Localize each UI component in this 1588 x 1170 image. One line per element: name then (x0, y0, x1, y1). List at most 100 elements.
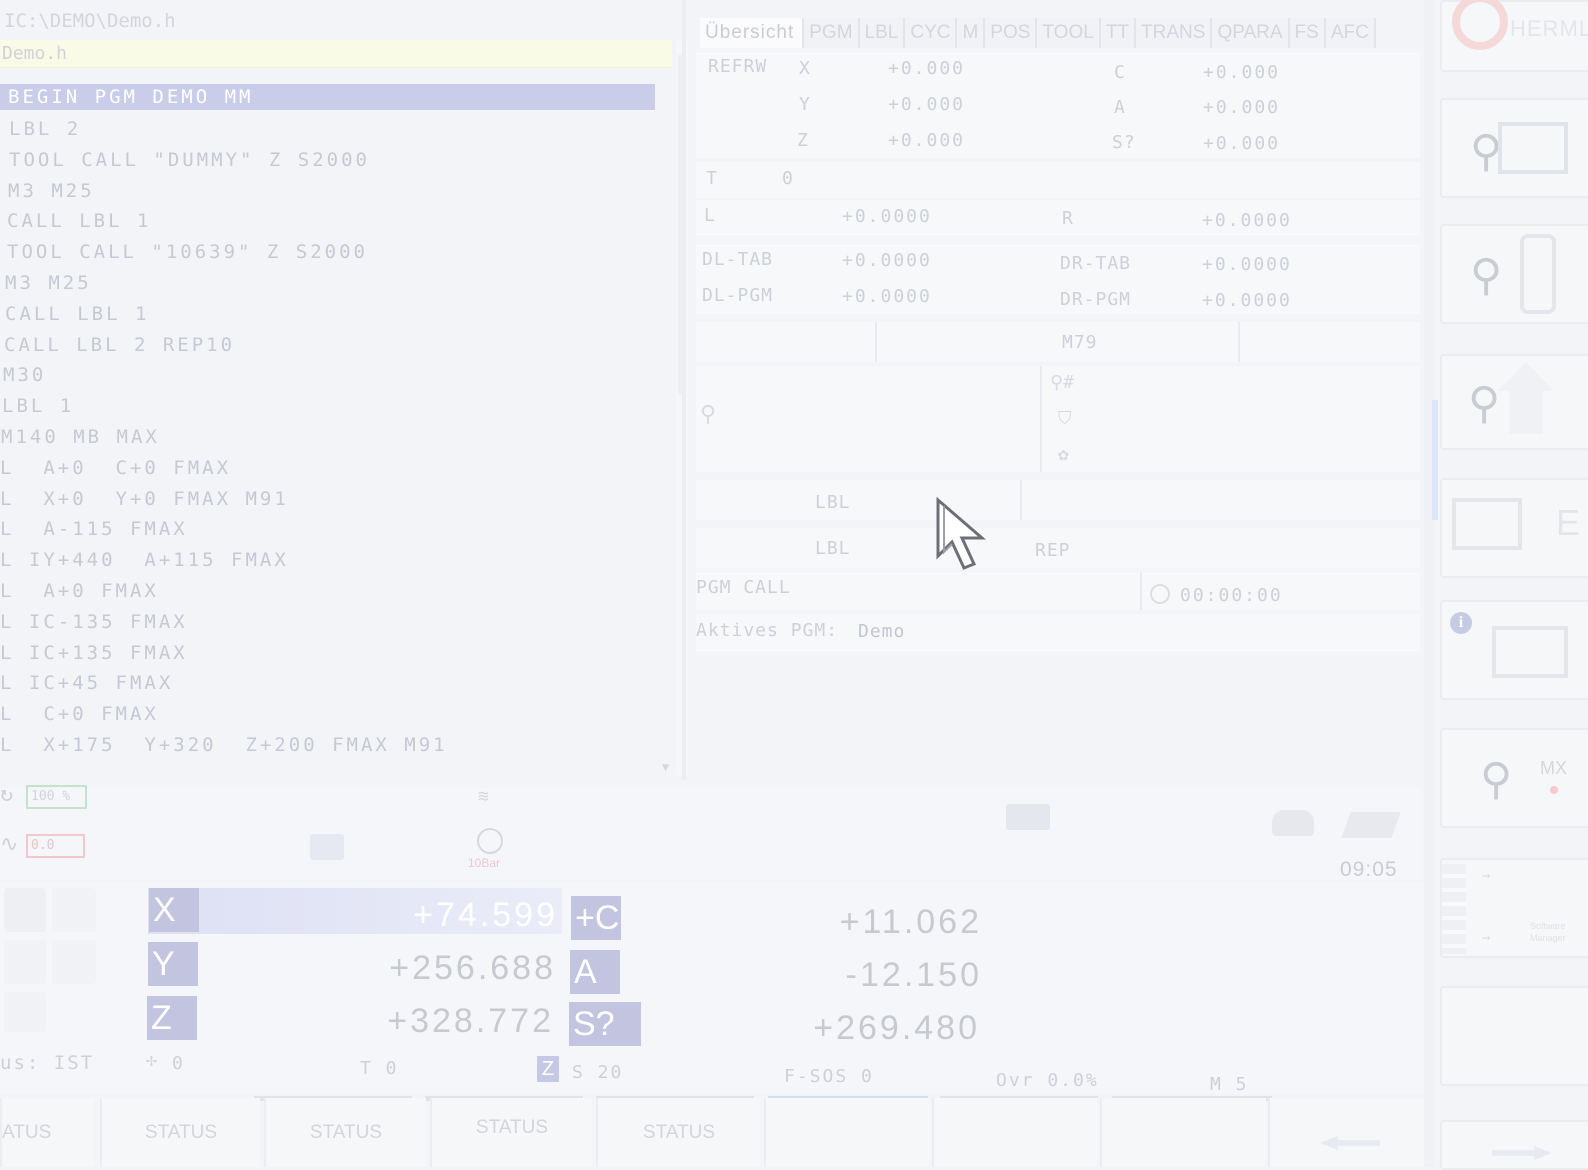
side-button[interactable] (4, 888, 46, 932)
sidebar-key-info[interactable]: i (1440, 600, 1588, 700)
home-arrow-icon (1498, 362, 1554, 434)
program-line[interactable]: CALL LBL 2 REP10 (0, 330, 665, 361)
tab-pos[interactable]: POS (985, 18, 1038, 48)
info-icon: i (1450, 612, 1472, 634)
softkey-empty[interactable] (764, 1098, 930, 1167)
sidebar-key-mx[interactable]: ⚲ MX (1440, 728, 1588, 828)
axis-tag-s: S? (569, 1002, 641, 1046)
softkey-status[interactable]: STATUS (430, 1098, 592, 1167)
program-line[interactable]: L A+0 FMAX (0, 576, 665, 607)
active-pgm-value: Demo (858, 621, 906, 642)
mouse-cursor-icon (936, 496, 987, 570)
side-button[interactable] (52, 888, 96, 932)
program-line[interactable]: L C+0 FMAX (0, 699, 665, 730)
program-line[interactable]: CALL LBL 1 (0, 299, 665, 330)
program-line[interactable]: L A+0 C+0 FMAX (0, 453, 665, 484)
program-line[interactable]: M140 MB MAX (0, 422, 665, 453)
sidebar-key-table[interactable]: E (1440, 478, 1588, 578)
ref-value: +0.000 (1203, 133, 1281, 154)
program-line[interactable]: L A-115 FMAX (0, 514, 665, 545)
brand-logo: HERMLE (1440, 0, 1588, 72)
program-line[interactable]: L IC-135 FMAX (0, 607, 665, 638)
program-line[interactable]: TOOL CALL "10639" Z S2000 (0, 237, 665, 268)
clock-icon (1150, 584, 1170, 604)
program-line[interactable]: BEGIN PGM DEMO MM (0, 84, 655, 110)
tab-fs[interactable]: FS (1289, 18, 1326, 48)
side-button[interactable] (4, 940, 46, 984)
softkey-status[interactable]: ATUS (0, 1098, 94, 1167)
back-arrow-icon (1320, 1136, 1380, 1150)
position-mode: us: IST (0, 1052, 95, 1074)
tab-overview[interactable]: Übersicht (700, 18, 805, 48)
status-tabbar: Übersicht PGM LBL CYC M POS TOOL TT TRAN… (700, 18, 1412, 48)
wrench-icon: ⚲ (700, 402, 717, 427)
program-line[interactable]: L IC+135 FMAX (0, 638, 665, 669)
ref-axis-label: A (1114, 97, 1126, 118)
table-letter-icon: E (1556, 502, 1581, 543)
side-button[interactable] (52, 940, 96, 984)
side-button[interactable] (4, 992, 46, 1032)
status-override: Ovr 0.0% (996, 1070, 1099, 1091)
dr-tab-value: +0.0000 (1202, 254, 1292, 275)
scroll-down-icon[interactable]: ▼ (662, 760, 669, 774)
tab-tt[interactable]: TT (1100, 18, 1137, 48)
tab-lbl[interactable]: LBL (859, 18, 906, 48)
tab-qpara[interactable]: QPARA (1212, 18, 1290, 48)
hermle-logo-icon (1452, 0, 1508, 50)
softkey-status[interactable]: STATUS (264, 1098, 426, 1167)
pgm-call-label: PGM CALL (696, 577, 791, 598)
machine-table-icon (1452, 498, 1522, 550)
arrow-right-icon: → (1482, 868, 1491, 884)
softkey-back[interactable] (1268, 1098, 1430, 1167)
sidebar-key-software-manager[interactable]: → → Software Manager (1440, 858, 1588, 958)
sidebar-key-home[interactable]: ⚲ (1440, 354, 1588, 450)
tab-trans[interactable]: TRANS (1136, 18, 1213, 48)
sidebar-divider (1424, 0, 1434, 1167)
machine-icon (1498, 122, 1568, 174)
axis-tag-y: Y (148, 942, 198, 986)
tab-m[interactable]: M (957, 18, 986, 48)
workpiece-icon (310, 834, 344, 860)
program-line[interactable]: M3 M25 (0, 268, 665, 299)
axis-value-c: +11.062 (839, 903, 982, 941)
sidebar-key-empty[interactable] (1440, 986, 1588, 1086)
sidebar-scroll-thumb[interactable] (1432, 400, 1438, 520)
delta-section (696, 244, 1420, 314)
ref-axis-label: Z (797, 130, 809, 151)
tab-tool[interactable]: TOOL (1037, 18, 1101, 48)
program-listing[interactable]: BEGIN PGM DEMO MM LBL 2 TOOL CALL "DUMMY… (0, 84, 665, 761)
program-line[interactable]: L X+175 Y+320 Z+200 FMAX M91 (0, 730, 665, 761)
status-dot-icon (1550, 786, 1558, 794)
softkey-empty[interactable] (932, 1098, 1098, 1167)
ref-value: +0.000 (888, 58, 966, 79)
program-line[interactable]: LBL 2 (0, 114, 665, 145)
program-line[interactable]: LBL 1 (0, 391, 665, 422)
tab-cyc[interactable]: CYC (905, 18, 958, 48)
tool-holder-icon: ⛉ (1058, 408, 1072, 429)
dl-tab-value: +0.0000 (842, 250, 932, 271)
tab-pgm[interactable]: PGM (804, 18, 860, 48)
softkey-status[interactable]: STATUS (596, 1098, 760, 1167)
radius-value: +0.0000 (1202, 210, 1292, 231)
softkey-empty[interactable] (1100, 1098, 1266, 1167)
softkey-status[interactable]: STATUS (100, 1098, 260, 1167)
tab-afc[interactable]: AFC (1325, 18, 1376, 48)
spindle-override-gauge: 0.0 (26, 834, 85, 858)
tool-label: T (706, 168, 718, 189)
program-line[interactable]: L IC+45 FMAX (0, 668, 665, 699)
clock-time: 09:05 (1340, 858, 1398, 881)
program-line[interactable]: CALL LBL 1 (0, 206, 665, 237)
status-feed: F-SOS 0 (784, 1066, 874, 1087)
sidebar-key-forward[interactable] (1440, 1120, 1588, 1170)
sidebar-key-machine[interactable]: person-machine-icon ⚲ (1440, 98, 1588, 198)
dr-tab-label: DR-TAB (1060, 253, 1132, 274)
program-line[interactable]: L X+0 Y+0 FMAX M91 (0, 484, 665, 515)
program-line[interactable]: L IY+440 A+115 FMAX (0, 545, 665, 576)
program-line[interactable]: M30 (0, 360, 665, 391)
coolant-icon: ≋ (478, 786, 489, 807)
program-line[interactable]: TOOL CALL "DUMMY" Z S2000 (0, 145, 665, 176)
program-line[interactable]: M3 M25 (0, 176, 665, 207)
brand-name: HERMLE (1510, 16, 1588, 41)
sidebar-key-tool-change[interactable]: ⚲ (1440, 224, 1588, 324)
panel-divider (682, 0, 686, 780)
